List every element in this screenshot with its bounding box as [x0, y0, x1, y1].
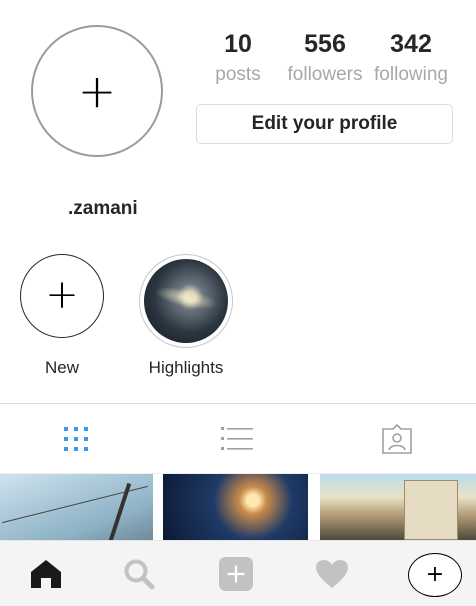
profile-stats: 10 posts 556 followers 342 following — [196, 28, 456, 94]
bottom-navigation: + — [0, 540, 476, 606]
plus-icon: + — [45, 272, 79, 319]
avatar-plus-glyph: + — [77, 64, 117, 118]
posts-label: posts — [215, 64, 261, 85]
profile-username: .zamani — [68, 198, 138, 219]
stat-following[interactable]: 342 following — [366, 28, 456, 88]
tab-grid[interactable] — [60, 424, 92, 454]
highlight-cover-image — [144, 259, 228, 343]
highlight-highlights-label: Highlights — [148, 358, 224, 377]
grid-icon — [64, 427, 88, 451]
photo-building — [404, 480, 458, 540]
posts-count: 10 — [224, 30, 252, 58]
following-count: 342 — [390, 30, 432, 58]
stat-posts[interactable]: 10 posts — [208, 28, 268, 88]
highlight-ring[interactable] — [139, 254, 233, 348]
nav-home[interactable] — [29, 557, 63, 591]
photo-pole — [108, 482, 132, 540]
profile-avatar[interactable]: + — [31, 25, 163, 157]
new-highlight-ring[interactable]: + — [20, 254, 104, 338]
tab-list[interactable] — [221, 424, 253, 454]
tab-tagged[interactable] — [381, 424, 413, 454]
nav-search[interactable] — [122, 557, 156, 591]
post-thumbnail[interactable] — [0, 474, 153, 540]
add-icon — [219, 557, 253, 591]
nav-create-circle[interactable]: + — [408, 553, 462, 597]
nav-add[interactable] — [219, 557, 253, 591]
plus-icon: + — [425, 562, 445, 587]
profile-tabbar — [0, 404, 476, 474]
list-icon — [221, 427, 253, 450]
post-thumbnail[interactable] — [163, 474, 308, 540]
highlight-new-label: New — [44, 358, 79, 377]
stat-followers[interactable]: 556 followers — [280, 28, 370, 88]
highlight-new[interactable]: + New — [20, 254, 104, 378]
tagged-person-icon — [382, 424, 412, 454]
search-icon — [124, 559, 155, 590]
nav-activity[interactable] — [315, 557, 349, 591]
home-icon — [31, 560, 61, 588]
followers-label: followers — [287, 64, 363, 85]
followers-count: 556 — [304, 30, 346, 58]
highlight-highlights[interactable]: Highlights — [138, 254, 234, 378]
following-label: following — [374, 64, 448, 85]
heart-icon — [316, 560, 348, 588]
post-thumbnail[interactable] — [320, 474, 476, 540]
edit-profile-button[interactable]: Edit your profile — [196, 104, 453, 144]
post-grid — [0, 474, 476, 540]
